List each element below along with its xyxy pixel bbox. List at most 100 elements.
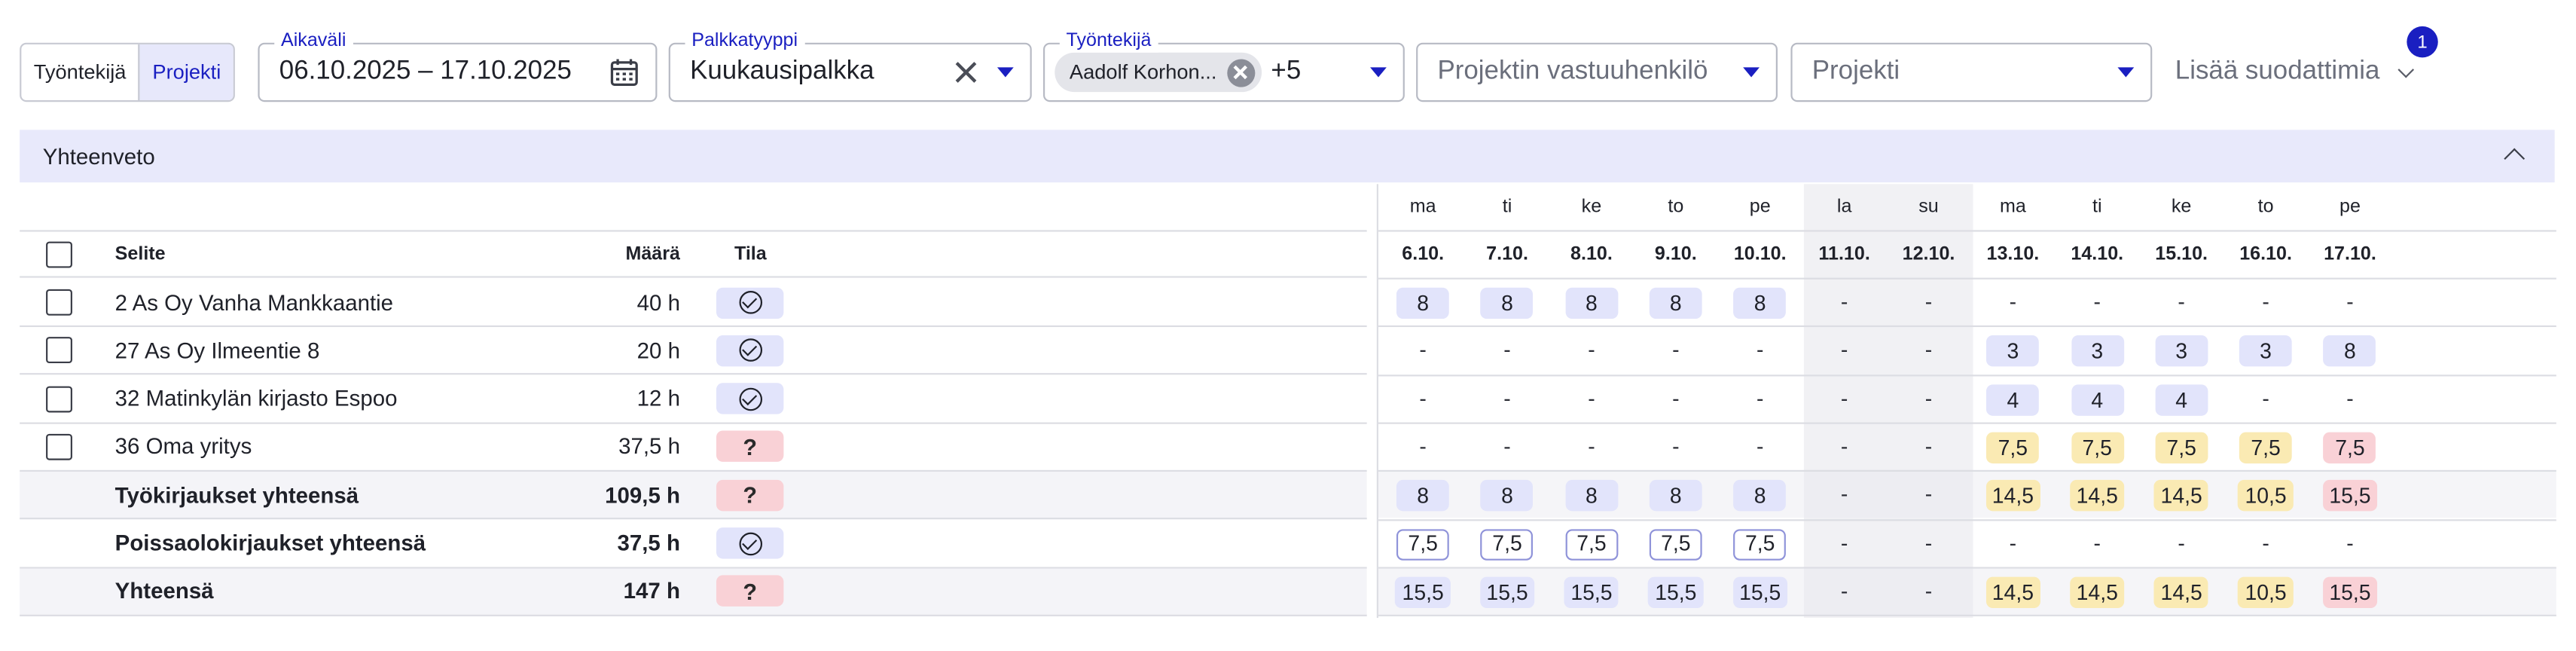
question-mark-icon[interactable]: ? — [716, 431, 784, 463]
day-cell[interactable]: 8 — [1549, 480, 1634, 512]
table-row[interactable]: 32 Matinkylän kirjasto Espoo 12 h — [20, 376, 1367, 423]
day-cell[interactable]: 4 — [2055, 384, 2139, 415]
project-placeholder: Projekti — [1811, 57, 1900, 86]
status-badge[interactable] — [716, 335, 784, 366]
day-cell[interactable]: 8 — [1465, 287, 1549, 319]
day-cell: - — [2223, 528, 2308, 558]
empty-value: - — [1840, 289, 1848, 314]
day-cell[interactable]: 8 — [1465, 480, 1549, 512]
day-cell[interactable]: 14,5 — [1970, 576, 2055, 608]
row-checkbox[interactable] — [46, 337, 72, 364]
day-cell[interactable]: 7,5 — [1634, 528, 1718, 560]
day-cell[interactable]: 10,5 — [2223, 576, 2308, 608]
row-checkbox[interactable] — [46, 385, 72, 412]
empty-value: - — [1672, 337, 1680, 362]
grid-divider — [1378, 374, 2556, 376]
day-cell[interactable]: 4 — [2139, 384, 2223, 415]
day-cell[interactable]: 8 — [1381, 287, 1465, 319]
employee-chip[interactable]: Aadolf Korhon... — [1055, 52, 1262, 93]
day-cell[interactable]: 8 — [1381, 480, 1465, 512]
empty-value: - — [2262, 289, 2269, 314]
chevron-down-icon[interactable] — [1743, 67, 1760, 78]
row-checkbox[interactable] — [46, 433, 72, 460]
day-cell[interactable]: 14,5 — [1970, 480, 2055, 512]
day-cell[interactable]: 7,5 — [2139, 432, 2223, 463]
empty-value: - — [1419, 385, 1427, 411]
day-cell: - — [1634, 384, 1718, 413]
day-cell[interactable]: 15,5 — [1634, 576, 1718, 608]
day-cell[interactable]: 15,5 — [1549, 576, 1634, 608]
more-filters-button[interactable]: Lisää suodattimia — [2175, 43, 2413, 102]
day-cell[interactable]: 7,5 — [1465, 528, 1549, 560]
day-cell: - — [1802, 336, 1887, 365]
summary-header[interactable]: Yhteenveto — [20, 130, 2555, 183]
question-mark-icon[interactable]: ? — [716, 576, 784, 607]
day-cell[interactable]: 8 — [1549, 287, 1634, 319]
day-cell[interactable]: 7,5 — [2308, 432, 2392, 463]
calendar-icon[interactable] — [609, 57, 639, 87]
day-cell[interactable]: 7,5 — [1718, 528, 1802, 560]
row-quantity: 12 h — [636, 386, 680, 411]
date-header: 15.10. — [2155, 244, 2208, 265]
day-cell[interactable]: 14,5 — [2055, 480, 2139, 512]
day-cell[interactable]: 8 — [1634, 287, 1718, 319]
day-cell[interactable]: 3 — [2223, 335, 2308, 368]
project-select[interactable]: Projekti — [1790, 42, 2153, 102]
day-cell[interactable]: 8 — [1718, 287, 1802, 319]
day-cell[interactable]: 3 — [1970, 335, 2055, 368]
chip-remove-icon[interactable] — [1226, 58, 1255, 87]
day-cell[interactable]: 10,5 — [2223, 480, 2308, 512]
day-cell[interactable]: 7,5 — [2055, 432, 2139, 463]
table-row[interactable]: 36 Oma yritys 37,5 h? — [20, 423, 1367, 472]
day-cell[interactable]: 8 — [2308, 335, 2392, 368]
day-cell[interactable]: 3 — [2139, 335, 2223, 368]
hours-value: 8 — [1565, 480, 1618, 512]
empty-value: - — [2262, 385, 2269, 411]
day-cell[interactable]: 14,5 — [2055, 576, 2139, 608]
day-cell: - — [2308, 384, 2392, 413]
chevron-down-icon[interactable] — [1370, 67, 1387, 78]
day-cell[interactable]: 14,5 — [2139, 480, 2223, 512]
day-cell[interactable]: 15,5 — [2308, 576, 2392, 608]
table-row[interactable]: 27 As Oy Ilmeentie 8 20 h — [20, 328, 1367, 375]
question-mark-icon[interactable]: ? — [716, 479, 784, 511]
row-checkbox[interactable] — [46, 289, 72, 316]
hours-value: 14,5 — [2153, 576, 2209, 608]
day-cell[interactable]: 14,5 — [2139, 576, 2223, 608]
day-cell: - — [2223, 288, 2308, 317]
date-range-field[interactable]: Aikaväli 06.10.2025 – 17.10.2025 — [258, 29, 658, 102]
hours-value: 15,5 — [1732, 576, 1788, 608]
employee-select[interactable]: Työntekijä Aadolf Korhon... +5 — [1043, 29, 1405, 102]
table-row[interactable]: 2 As Oy Vanha Mankkaantie 40 h — [20, 280, 1367, 328]
day-cell[interactable]: 15,5 — [2308, 480, 2392, 512]
day-cell[interactable]: 7,5 — [1549, 528, 1634, 560]
chevron-down-icon[interactable] — [2117, 67, 2135, 78]
day-cell[interactable]: 7,5 — [2223, 432, 2308, 463]
day-cell[interactable]: 8 — [1718, 480, 1802, 512]
day-cell[interactable]: 8 — [1634, 480, 1718, 512]
day-cell[interactable]: 15,5 — [1381, 576, 1465, 608]
day-cell[interactable]: 7,5 — [1970, 432, 2055, 463]
empty-value: - — [1840, 433, 1848, 459]
status-badge[interactable] — [716, 527, 784, 559]
day-cell[interactable]: 4 — [1970, 384, 2055, 415]
toggle-project[interactable]: Projekti — [138, 44, 233, 101]
status-badge[interactable] — [716, 286, 784, 319]
day-cell[interactable]: 3 — [2055, 335, 2139, 368]
chevron-up-icon[interactable] — [2504, 148, 2526, 170]
date-range-value: 06.10.2025 – 17.10.2025 — [279, 57, 572, 86]
clear-icon[interactable] — [954, 61, 978, 84]
status-badge[interactable] — [716, 383, 784, 414]
day-cell[interactable]: 15,5 — [1465, 576, 1549, 608]
select-all-checkbox[interactable] — [46, 240, 72, 267]
day-cell: - — [1465, 432, 1549, 461]
toggle-employee[interactable]: Työntekijä — [21, 44, 139, 100]
project-manager-select[interactable]: Projektin vastuuhenkilö — [1416, 42, 1778, 102]
chevron-down-icon[interactable] — [997, 67, 1014, 78]
weekday-header: ti — [1502, 197, 1512, 217]
day-cell[interactable]: 15,5 — [1718, 576, 1802, 608]
weekday-header: su — [1918, 197, 1939, 217]
day-cell[interactable]: 7,5 — [1381, 528, 1465, 560]
salary-type-select[interactable]: Palkkatyyppi Kuukausipalkka — [668, 29, 1032, 102]
table-row: Poissaolokirjaukset yhteensä 37,5 h — [20, 520, 1367, 568]
